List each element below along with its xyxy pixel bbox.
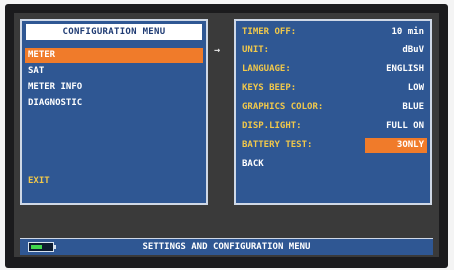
setting-row-graphics-color[interactable]: GRAPHICS COLOR: BLUE bbox=[239, 100, 427, 115]
submenu-arrow-icon: → bbox=[214, 45, 221, 56]
screen: CONFIGURATION MENU METER SAT METER INFO … bbox=[14, 13, 439, 257]
menu-title: CONFIGURATION MENU bbox=[26, 24, 202, 40]
back-label: BACK bbox=[242, 159, 264, 169]
setting-row-battery-test[interactable]: BATTERY TEST: 3ONLY bbox=[239, 138, 427, 153]
setting-value: FULL ON bbox=[386, 121, 424, 131]
setting-value-selected: 3ONLY bbox=[365, 138, 427, 153]
menu-item-meter-info[interactable]: METER INFO bbox=[25, 80, 203, 95]
setting-label: TIMER OFF: bbox=[242, 27, 297, 37]
setting-value: LOW bbox=[407, 83, 424, 93]
menu-item-exit[interactable]: EXIT bbox=[25, 174, 203, 189]
configuration-menu-panel: CONFIGURATION MENU METER SAT METER INFO … bbox=[20, 19, 208, 205]
menu-item-diagnostic[interactable]: DIAGNOSTIC bbox=[25, 96, 203, 111]
menu-item-sat[interactable]: SAT bbox=[25, 64, 203, 79]
status-bar: SETTINGS AND CONFIGURATION MENU bbox=[20, 238, 433, 255]
setting-value: BLUE bbox=[402, 102, 424, 112]
setting-row-keys-beep[interactable]: KEYS BEEP: LOW bbox=[239, 81, 427, 96]
menu-item-meter[interactable]: METER bbox=[25, 48, 203, 63]
device-frame: CONFIGURATION MENU METER SAT METER INFO … bbox=[5, 4, 448, 268]
setting-row-language[interactable]: LANGUAGE: ENGLISH bbox=[239, 62, 427, 77]
setting-label: GRAPHICS COLOR: bbox=[242, 102, 324, 112]
setting-row-disp-light[interactable]: DISP.LIGHT: FULL ON bbox=[239, 119, 427, 134]
setting-label: DISP.LIGHT: bbox=[242, 121, 302, 131]
setting-value: dBuV bbox=[402, 45, 424, 55]
setting-label: LANGUAGE: bbox=[242, 64, 291, 74]
setting-label: KEYS BEEP: bbox=[242, 83, 297, 93]
meter-settings-panel: TIMER OFF: 10 min UNIT: dBuV LANGUAGE: E… bbox=[234, 19, 432, 205]
setting-row-back[interactable]: BACK bbox=[239, 157, 427, 172]
setting-value: ENGLISH bbox=[386, 64, 424, 74]
setting-value: 10 min bbox=[391, 27, 424, 37]
setting-label: BATTERY TEST: bbox=[242, 140, 313, 150]
setting-row-timer-off[interactable]: TIMER OFF: 10 min bbox=[239, 25, 427, 40]
status-text: SETTINGS AND CONFIGURATION MENU bbox=[142, 242, 311, 252]
setting-label: UNIT: bbox=[242, 45, 270, 55]
setting-row-unit[interactable]: UNIT: dBuV bbox=[239, 43, 427, 58]
